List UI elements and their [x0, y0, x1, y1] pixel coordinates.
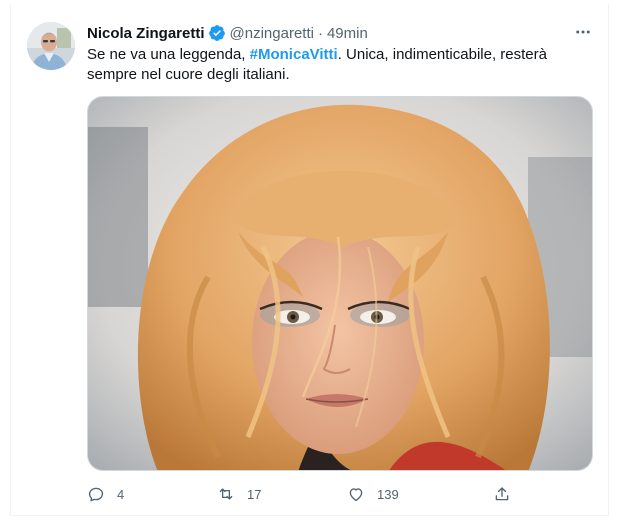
hashtag-link[interactable]: #MonicaVitti	[250, 46, 338, 63]
reply-button[interactable]: 4	[87, 483, 124, 505]
like-count: 139	[377, 486, 399, 502]
tweet-timestamp[interactable]: 49min	[327, 25, 368, 42]
author-handle[interactable]: @nzingaretti	[230, 25, 314, 42]
share-button[interactable]	[493, 483, 511, 505]
tweet-text: Se ne va una leggenda, #MonicaVitti. Uni…	[87, 45, 587, 85]
avatar[interactable]	[27, 22, 75, 70]
tweet-card[interactable]: Nicola Zingaretti @nzingaretti · 49min S…	[10, 4, 609, 516]
header-separator: ·	[317, 24, 323, 42]
portrait-image	[88, 97, 592, 470]
more-options-icon	[576, 30, 590, 34]
reply-icon	[88, 487, 104, 502]
like-button[interactable]: 139	[347, 483, 399, 505]
tweet-photo[interactable]	[87, 96, 593, 471]
avatar-photo	[27, 22, 75, 70]
reply-count: 4	[117, 486, 125, 502]
verified-badge-icon	[208, 24, 226, 42]
share-icon	[495, 487, 509, 501]
heart-icon	[349, 488, 363, 502]
author-name[interactable]: Nicola Zingaretti	[87, 25, 205, 42]
retweet-button[interactable]: 17	[217, 483, 261, 505]
retweet-count: 17	[247, 486, 262, 502]
more-options-button[interactable]	[572, 21, 594, 43]
tweet-text-start: Se ne va una leggenda,	[87, 46, 250, 63]
retweet-icon	[219, 488, 233, 500]
tweet-actions: 4 17 139	[87, 483, 527, 505]
tweet-header: Nicola Zingaretti @nzingaretti · 49min	[87, 23, 368, 43]
